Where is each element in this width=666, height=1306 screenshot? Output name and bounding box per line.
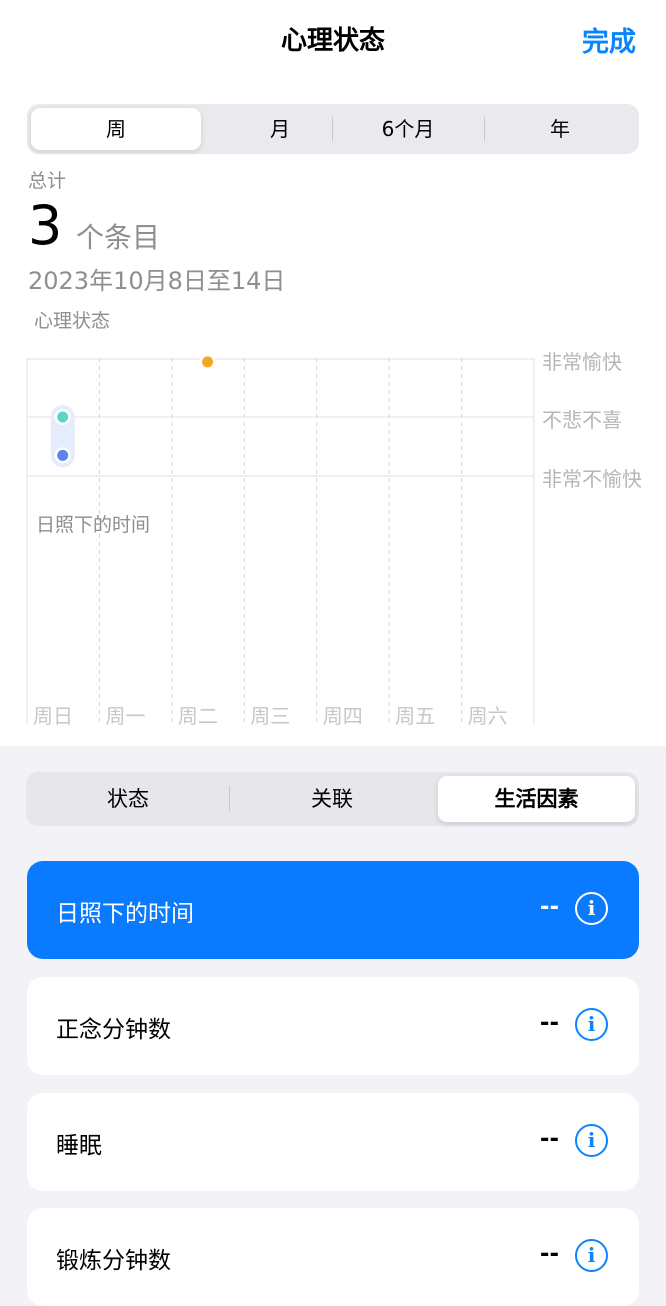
info-icon[interactable]: i [575, 892, 608, 925]
factor-row-sunlight[interactable]: 日照下的时间 -- i [27, 861, 639, 959]
entry-count-unit: 个条目 [76, 221, 161, 254]
tab-lifestyle-factors[interactable]: 生活因素 [438, 776, 635, 822]
info-icon[interactable]: i [575, 1008, 608, 1041]
data-point [202, 356, 214, 368]
factor-value: -- [539, 1241, 559, 1267]
y-axis-label: 不悲不喜 [542, 408, 622, 432]
x-axis-label: 周三 [250, 704, 291, 728]
tab-year[interactable]: 年 [485, 108, 635, 150]
data-point [57, 411, 69, 423]
tab-state[interactable]: 状态 [30, 776, 226, 822]
x-axis-label: 周日 [33, 704, 73, 728]
factor-label: 日照下的时间 [56, 901, 194, 927]
time-range-segmented-control: 周 月 6个月 年 [27, 104, 639, 154]
factor-label: 睡眠 [56, 1133, 102, 1159]
x-axis-label: 周六 [467, 704, 508, 728]
entry-count: 3 [28, 194, 63, 257]
y-axis-label: 非常愉快 [542, 350, 622, 374]
tab-week[interactable]: 周 [31, 108, 201, 150]
factor-value: -- [539, 894, 559, 920]
factor-label: 锻炼分钟数 [56, 1248, 171, 1274]
mood-chart[interactable]: 非常愉快不悲不喜非常不愉快 周日 周一 周二 周三 周四 周五 周六 日照下的时间 [0, 340, 666, 730]
tab-associations[interactable]: 关联 [232, 776, 432, 822]
y-axis-label: 非常不愉快 [542, 467, 642, 491]
x-axis-label: 周一 [105, 704, 146, 728]
tab-six-months[interactable]: 6个月 [333, 108, 483, 150]
x-axis-label: 周二 [177, 704, 218, 728]
chart-title: 心理状态 [34, 310, 111, 332]
done-button[interactable]: 完成 [582, 20, 636, 59]
date-range: 2023年10月8日至14日 [28, 267, 286, 295]
page-title: 心理状态 [280, 26, 385, 56]
factor-value: -- [539, 1126, 559, 1152]
total-label: 总计 [28, 170, 67, 192]
factor-row-mindful-minutes[interactable]: 正念分钟数 -- i [27, 977, 639, 1075]
x-axis-label: 周四 [322, 704, 363, 728]
factor-segmented-control: 状态 关联 生活因素 [26, 772, 639, 826]
data-point [57, 449, 69, 461]
x-axis-label: 周五 [395, 704, 436, 728]
segment-divider [229, 786, 230, 812]
chart-panel: 心理状态 完成 周 月 6个月 年 总计 3 个条目 2023年10月8日至14… [0, 0, 666, 746]
info-icon[interactable]: i [575, 1124, 608, 1157]
factor-row-sleep[interactable]: 睡眠 -- i [27, 1093, 639, 1191]
sunlight-series-label: 日照下的时间 [36, 514, 151, 536]
factor-value: -- [539, 1010, 559, 1036]
factor-row-exercise-minutes[interactable]: 锻炼分钟数 -- i [27, 1208, 639, 1306]
factor-label: 正念分钟数 [56, 1017, 171, 1043]
info-icon[interactable]: i [575, 1239, 608, 1272]
